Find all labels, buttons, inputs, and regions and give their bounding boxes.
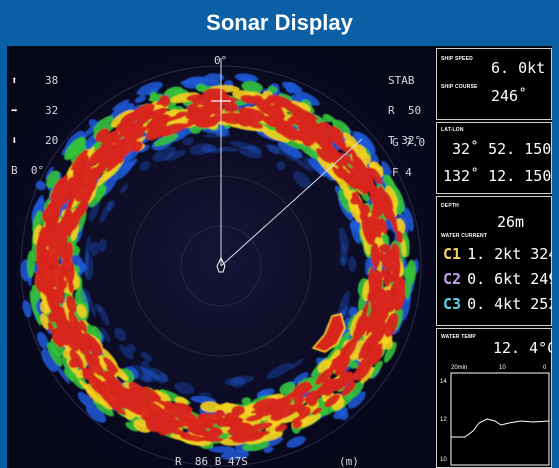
water-current-label: WATER CURRENT [441,233,488,239]
arrow-up-icon: ⬆ [11,74,18,87]
range-unit-label: (m) [339,455,359,468]
readout-line-2: 32 [45,104,59,117]
gain-readout: G 7.0 F 4 [392,118,435,198]
heading-bearing-label: 0° [214,54,228,67]
bearing-b-readout: B 0° [11,164,45,177]
sonar-view[interactable]: ⬆ 38 ➡ 32 ⬇ 20 B 0° 0° STAB R 50 T 32° G 7.… [7,46,435,468]
latlon-label: LAT-LON [441,127,464,133]
latitude-value: 32˚ 52. 150N [452,140,552,158]
graph-y-label-10: 10 [440,457,447,463]
current-c2-name: C2 [443,270,462,288]
graph-y-label-14: 14 [440,379,447,385]
current-row-c3: C3 0. 4kt 252˚ [443,295,552,313]
current-c2-value: 0. 6kt 249˚ [467,270,552,288]
ship-data-panel: SHIP SPEED 6. 0kt SHIP COURSE 246˚ [436,48,552,120]
arrow-right-icon: ➡ [11,104,18,117]
current-row-c1: C1 1. 2kt 324˚ [443,245,552,263]
water-temp-value: 12. 4°C [493,339,552,357]
f-value: F 4 [392,166,412,179]
ship-course-value: 246˚ [491,87,528,105]
current-row-c2: C2 0. 6kt 249˚ [443,270,552,288]
graph-x-label-0: 0 [543,365,547,371]
water-temp-graph: 20min 10 0 14 12 10 [440,365,550,466]
graph-x-label-20min: 20min [451,365,467,371]
water-temp-label: WATER TEMP [441,334,476,340]
sonar-display-frame: Sonar Display ⬆ 38 ➡ 32 ⬇ 20 B 0° 0° STA… [0,0,559,468]
sonar-screen: ⬆ 38 ➡ 32 ⬇ 20 B 0° 0° STAB R 50 T 32° G 7.… [7,46,552,468]
top-left-readout: ⬆ 38 ➡ 32 ⬇ 20 B 0° [11,56,64,196]
graph-frame [450,372,550,466]
page-title: Sonar Display [206,10,353,35]
title-bar: Sonar Display [0,0,559,46]
depth-value: 26m [497,213,525,231]
g-value: G 7.0 [392,136,426,149]
readout-line-3: 20 [45,134,59,147]
graph-x-label-10: 10 [499,365,506,371]
ship-speed-label: SHIP SPEED [441,56,473,62]
depth-label: DEPTH [441,203,459,209]
graph-y-label-12: 12 [440,417,447,423]
current-c3-value: 0. 4kt 252˚ [467,295,552,313]
latlon-panel: LAT-LON 32˚ 52. 150N 132˚ 12. 150E [436,122,552,194]
sonar-echo-image [7,46,435,468]
readout-line-1: 38 [45,74,59,87]
current-c1-value: 1. 2kt 324˚ [467,245,552,263]
temp-trace-line [451,418,550,438]
current-c1-name: C1 [443,245,462,263]
longitude-value: 132˚ 12. 150E [443,167,552,185]
current-c3-name: C3 [443,295,462,313]
ship-course-label: SHIP COURSE [441,84,478,90]
echo-blob [392,254,400,278]
arrow-down-icon: ⬇ [11,134,18,147]
depth-current-panel: DEPTH 26m WATER CURRENT C1 1. 2kt 324˚ C2… [436,196,552,326]
stab-label: STAB [388,74,415,87]
ship-speed-value: 6. 0kt [491,59,546,77]
bottom-range-readout: R 86 B 47S [175,455,248,468]
r-value: R 50 [388,104,422,117]
water-temp-panel: WATER TEMP 12. 4°C 20min 10 0 14 12 10 [436,328,552,468]
